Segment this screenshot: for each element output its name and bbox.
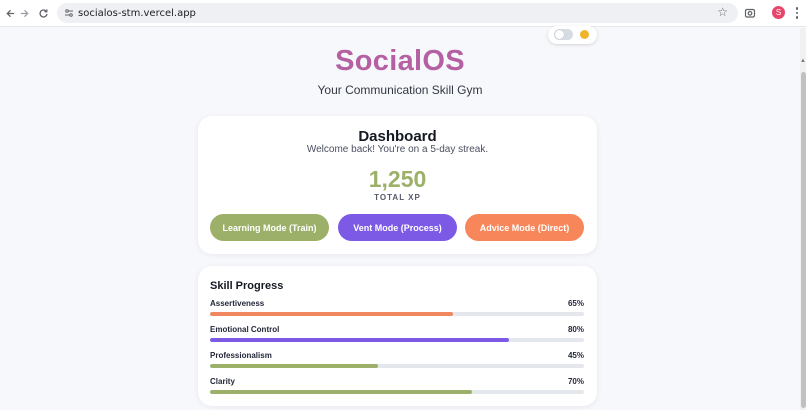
dashboard-card: Dashboard Welcome back! You're on a 5-da…: [198, 116, 597, 254]
progress-fill: [210, 390, 472, 394]
progress-track: [210, 364, 584, 368]
skill-name: Assertiveness: [210, 299, 265, 308]
browser-toolbar: socialos-stm.vercel.app ☆ S: [0, 0, 806, 27]
switch-knob: [555, 30, 564, 39]
skill-percent: 70%: [567, 377, 584, 386]
forward-arrow-icon[interactable]: [14, 3, 34, 23]
theme-switch[interactable]: [554, 29, 573, 40]
scrollbar-thumb[interactable]: [801, 72, 806, 408]
xp-label: TOTAL XP: [374, 193, 421, 202]
progress-track: [210, 390, 584, 394]
app-subtitle: Your Communication Skill Gym: [317, 83, 483, 97]
address-bar[interactable]: socialos-stm.vercel.app ☆: [57, 3, 738, 23]
browser-menu-icon[interactable]: [790, 4, 804, 22]
skill-name: Emotional Control: [210, 325, 280, 334]
bookmark-star-icon[interactable]: ☆: [717, 5, 728, 19]
learning-mode-button[interactable]: Learning Mode (Train): [210, 214, 329, 241]
screenshot-capture-icon[interactable]: [741, 4, 759, 22]
welcome-message: Welcome back! You're on a 5-day streak.: [306, 144, 489, 155]
advice-mode-button[interactable]: Advice Mode (Direct): [465, 214, 584, 241]
xp-value: 1,250: [368, 166, 427, 192]
skill-progress-title: Skill Progress: [210, 280, 284, 292]
profile-avatar[interactable]: S: [772, 6, 785, 19]
progress-fill: [210, 338, 510, 342]
progress-track: [210, 338, 584, 342]
page-scrollbar[interactable]: ▲: [800, 28, 806, 410]
app-title: SocialOS: [335, 45, 465, 77]
scroll-up-arrow-icon[interactable]: ▲: [800, 57, 806, 65]
skill-name: Professionalism: [210, 351, 272, 360]
skill-progress-card: Skill Progress Assertiveness 65% Emotion…: [198, 266, 597, 406]
site-info-icon[interactable]: [60, 4, 78, 22]
skill-percent: 45%: [567, 351, 584, 360]
url-text: socialos-stm.vercel.app: [78, 7, 196, 19]
sun-icon: [580, 30, 589, 39]
progress-fill: [210, 364, 379, 368]
skill-percent: 65%: [567, 299, 584, 308]
progress-track: [210, 312, 584, 316]
theme-toggle[interactable]: [548, 26, 597, 44]
reload-icon[interactable]: [33, 3, 53, 23]
skill-name: Clarity: [210, 377, 235, 386]
progress-fill: [210, 312, 454, 316]
skill-percent: 80%: [567, 325, 584, 334]
vent-mode-button[interactable]: Vent Mode (Process): [338, 214, 457, 241]
dashboard-title: Dashboard: [358, 128, 437, 145]
